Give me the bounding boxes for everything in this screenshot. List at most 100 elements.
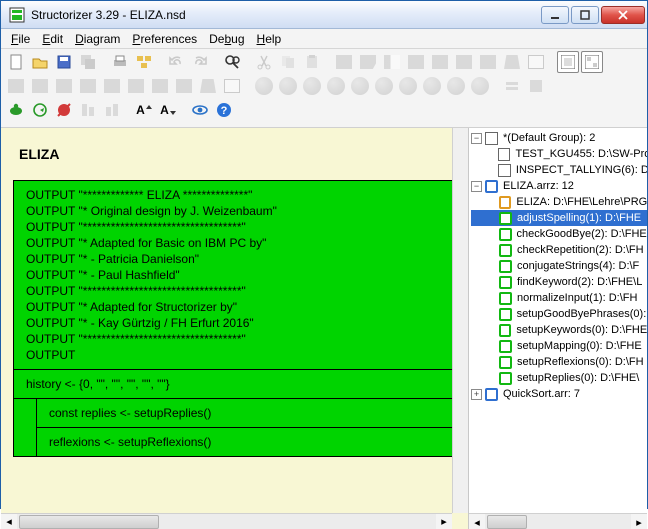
grp3-button[interactable] xyxy=(53,75,75,97)
canvas-hscrollbar[interactable]: ◂ ▸ xyxy=(1,513,452,529)
color4-button[interactable] xyxy=(325,75,347,97)
color6-button[interactable] xyxy=(373,75,395,97)
tree-item-eliza-2[interactable]: checkGoodBye(2): D:\FHE xyxy=(471,226,647,242)
print-button[interactable] xyxy=(109,51,131,73)
turtle-button[interactable] xyxy=(5,99,27,121)
shape7-button[interactable] xyxy=(477,51,499,73)
grp8-button[interactable] xyxy=(173,75,195,97)
expander-icon[interactable]: − xyxy=(471,181,482,192)
canvas-vscrollbar[interactable] xyxy=(452,128,468,513)
color2-button[interactable] xyxy=(277,75,299,97)
grp1-button[interactable] xyxy=(5,75,27,97)
tree-item-eliza-8[interactable]: setupKeywords(0): D:\FHE xyxy=(471,322,647,338)
expander-icon[interactable]: − xyxy=(471,133,482,144)
tree-hscroll-right-icon[interactable]: ▸ xyxy=(631,514,647,529)
grp5-button[interactable] xyxy=(101,75,123,97)
breakpoint-toggle-button[interactable] xyxy=(53,99,75,121)
tree-hscrollbar[interactable]: ◂ ▸ xyxy=(469,513,647,529)
grp7-button[interactable] xyxy=(149,75,171,97)
run-button[interactable] xyxy=(29,99,51,121)
new-button[interactable] xyxy=(5,51,27,73)
frame1-button[interactable] xyxy=(557,51,579,73)
tree-item-eliza-11[interactable]: setupReplies(0): D:\FHE\ xyxy=(471,370,647,386)
toolbar-row-1 xyxy=(5,51,643,73)
color9-button[interactable] xyxy=(445,75,467,97)
minimize-button[interactable] xyxy=(541,6,569,24)
cut-button[interactable] xyxy=(253,51,275,73)
menu-preferences[interactable]: Preferences xyxy=(126,30,203,48)
shape6-button[interactable] xyxy=(453,51,475,73)
grp10-button[interactable] xyxy=(221,75,243,97)
expand-button[interactable] xyxy=(525,75,547,97)
menu-debug[interactable]: Debug xyxy=(203,30,250,48)
collapse-button[interactable] xyxy=(501,75,523,97)
nsd-canvas[interactable]: ELIZA OUTPUT "************* ELIZA ******… xyxy=(13,136,468,529)
color10-button[interactable] xyxy=(469,75,491,97)
open-button[interactable] xyxy=(29,51,51,73)
frame2-button[interactable] xyxy=(581,51,603,73)
tree-item-eliza-5[interactable]: findKeyword(2): D:\FHE\L xyxy=(471,274,647,290)
tree-item-eliza-3[interactable]: checkRepetition(2): D:\FH xyxy=(471,242,647,258)
help-button[interactable]: ? xyxy=(213,99,235,121)
color1-button[interactable] xyxy=(253,75,275,97)
menu-edit[interactable]: Edit xyxy=(36,30,69,48)
menu-file[interactable]: File xyxy=(5,30,36,48)
shape2-button[interactable] xyxy=(357,51,379,73)
save-button[interactable] xyxy=(53,51,75,73)
hscroll-left-icon[interactable]: ◂ xyxy=(1,514,17,529)
tree-item-eliza-1[interactable]: adjustSpelling(1): D:\FHE xyxy=(471,210,647,226)
tree-item-eliza-4[interactable]: conjugateStrings(4): D:\F xyxy=(471,258,647,274)
color8-button[interactable] xyxy=(421,75,443,97)
align2-button[interactable] xyxy=(101,99,123,121)
font-increase-button[interactable]: A xyxy=(133,99,155,121)
undo-button[interactable] xyxy=(165,51,187,73)
grp6-button[interactable] xyxy=(125,75,147,97)
nsd-inner-1[interactable]: const replies <- setupReplies() xyxy=(37,399,455,428)
redo-button[interactable] xyxy=(189,51,211,73)
shape1-button[interactable] xyxy=(333,51,355,73)
nsd-diagram[interactable]: OUTPUT "************* ELIZA ************… xyxy=(13,180,456,457)
tree-item-eliza-9[interactable]: setupMapping(0): D:\FHE xyxy=(471,338,647,354)
maximize-button[interactable] xyxy=(571,6,599,24)
color3-button[interactable] xyxy=(301,75,323,97)
shape8-button[interactable] xyxy=(501,51,523,73)
grp2-button[interactable] xyxy=(29,75,51,97)
close-button[interactable] xyxy=(601,6,645,24)
color7-button[interactable] xyxy=(397,75,419,97)
tree-group-eliza[interactable]: −ELIZA.arrz: 12 xyxy=(471,178,647,194)
nsd-inner-2[interactable]: reflexions <- setupReflexions() xyxy=(37,428,455,456)
save-all-button[interactable] xyxy=(77,51,99,73)
expander-icon[interactable]: + xyxy=(471,389,482,400)
tree-group-quicksort[interactable]: +QuickSort.arr: 7 xyxy=(471,386,647,402)
tree-item-default-1[interactable]: INSPECT_TALLYING(6): D xyxy=(471,162,647,178)
tree-item-eliza-0[interactable]: ELIZA: D:\FHE\Lehre\PRG xyxy=(471,194,647,210)
font-decrease-button[interactable]: A xyxy=(157,99,179,121)
tree-item-eliza-6[interactable]: normalizeInput(1): D:\FH xyxy=(471,290,647,306)
tree-item-default-0[interactable]: TEST_KGU455: D:\SW-Pro xyxy=(471,146,647,162)
menu-diagram[interactable]: Diagram xyxy=(69,30,126,48)
tree-item-eliza-7[interactable]: setupGoodByePhrases(0): xyxy=(471,306,647,322)
eye-button[interactable] xyxy=(189,99,211,121)
tree-item-eliza-10[interactable]: setupReflexions(0): D:\FH xyxy=(471,354,647,370)
grp9-button[interactable] xyxy=(197,75,219,97)
find-button[interactable] xyxy=(221,51,243,73)
shape4-button[interactable] xyxy=(405,51,427,73)
tree-label: setupKeywords(0): D:\FHE xyxy=(514,324,647,336)
grp4-button[interactable] xyxy=(77,75,99,97)
tree-hscroll-left-icon[interactable]: ◂ xyxy=(469,514,485,529)
menu-help[interactable]: Help xyxy=(251,30,288,48)
tree-scroll[interactable]: −*(Default Group): 2TEST_KGU455: D:\SW-P… xyxy=(471,130,647,513)
paste-button[interactable] xyxy=(301,51,323,73)
color5-button[interactable] xyxy=(349,75,371,97)
nsd-history-block[interactable]: history <- {0, "", "", "", "", ""} xyxy=(14,370,455,399)
tree-label: ELIZA: D:\FHE\Lehre\PRG xyxy=(514,196,647,208)
nsd-output-block[interactable]: OUTPUT "************* ELIZA ************… xyxy=(14,181,455,370)
tree-group-default[interactable]: −*(Default Group): 2 xyxy=(471,130,647,146)
hscroll-right-icon[interactable]: ▸ xyxy=(436,514,452,529)
copy-button[interactable] xyxy=(277,51,299,73)
shape3-button[interactable] xyxy=(381,51,403,73)
align1-button[interactable] xyxy=(77,99,99,121)
arrange-button[interactable] xyxy=(133,51,155,73)
shape9-button[interactable] xyxy=(525,51,547,73)
shape5-button[interactable] xyxy=(429,51,451,73)
